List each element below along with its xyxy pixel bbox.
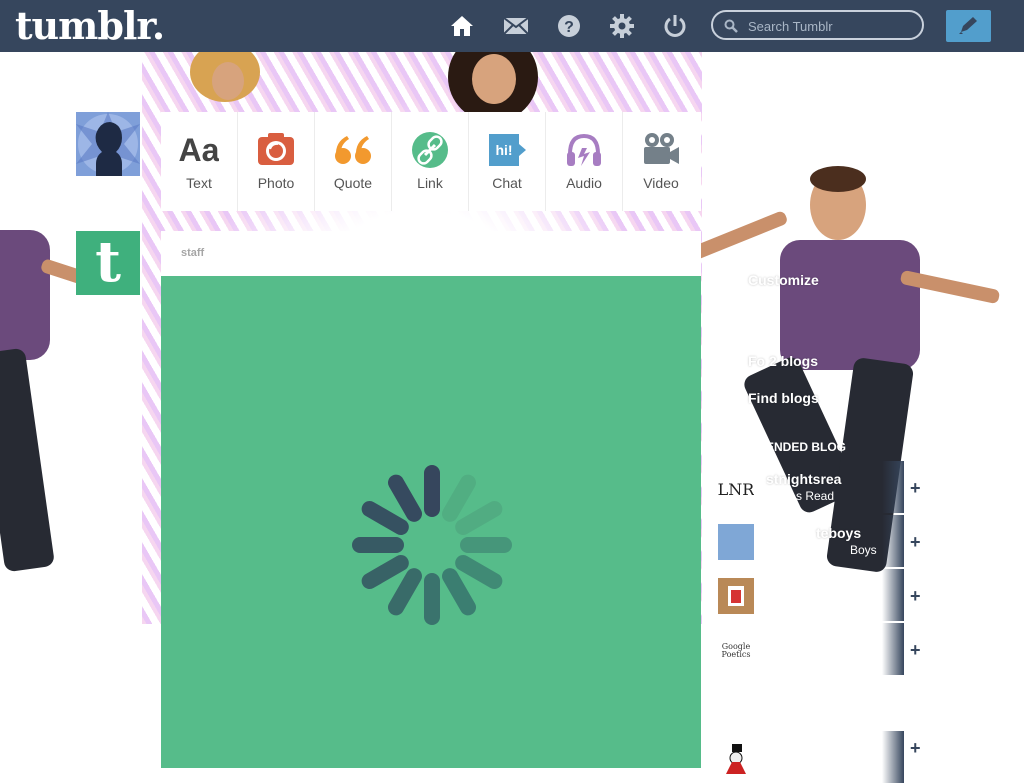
recommended-blog-row[interactable]: +: [718, 569, 921, 621]
default-avatar-silhouette-icon: [76, 112, 140, 176]
link-icon: [412, 132, 448, 168]
post-type-chat-button[interactable]: hi! Chat: [469, 112, 546, 211]
power-icon[interactable]: [662, 13, 688, 39]
post-type-composer: Aa Text Photo Quote Link hi! Chat Audio …: [161, 112, 701, 211]
svg-text:LNR: LNR: [718, 480, 754, 499]
post-type-link-button[interactable]: Link: [392, 112, 469, 211]
right-sidebar: Customize Fo 2 blogs Find blogs MENDED B…: [702, 211, 922, 783]
recommended-blog-avatar[interactable]: Google Poetics: [718, 632, 754, 668]
post-type-label: Photo: [257, 175, 295, 191]
follow-button[interactable]: [882, 731, 904, 783]
mail-icon[interactable]: [503, 13, 529, 39]
post-type-photo-button[interactable]: Photo: [238, 112, 315, 211]
plus-icon[interactable]: +: [910, 479, 924, 497]
user-avatar[interactable]: [76, 112, 140, 176]
follow-button[interactable]: [882, 569, 904, 621]
background-figure-girl-left: [170, 42, 280, 112]
find-blogs-link[interactable]: Find blogs: [748, 390, 819, 406]
pencil-icon: [959, 17, 977, 34]
recommended-blog-row[interactable]: Google Poetics +: [718, 623, 921, 675]
home-icon[interactable]: [449, 13, 475, 39]
svg-text:?: ?: [564, 19, 574, 36]
quote-icon: [335, 136, 371, 164]
plus-icon[interactable]: +: [910, 739, 924, 757]
plus-icon[interactable]: +: [910, 641, 924, 659]
tumblr-logo[interactable]: tumblr.: [15, 3, 165, 48]
staff-t-logo: t: [95, 229, 121, 295]
background-figure-girl-center: [440, 32, 550, 122]
post-content-loading: [161, 276, 701, 768]
svg-text:Poetics: Poetics: [722, 650, 751, 659]
post-type-text-button[interactable]: Aa Text: [161, 112, 238, 211]
plus-icon[interactable]: +: [910, 587, 924, 605]
post-type-label: Quote: [333, 175, 373, 191]
post-type-label: Chat: [492, 175, 522, 191]
plus-icon[interactable]: +: [910, 533, 924, 551]
headphones-icon: [567, 133, 601, 166]
camera-icon: [258, 133, 294, 165]
help-icon[interactable]: ?: [556, 13, 582, 39]
following-link[interactable]: Fo 2 blogs: [748, 353, 818, 369]
recommended-blog-name[interactable]: teboys: [816, 525, 861, 541]
text-aa-icon: Aa: [179, 132, 219, 168]
staff-avatar[interactable]: t: [76, 229, 140, 295]
follow-button[interactable]: [882, 515, 904, 567]
recommended-blog-subtitle: Boys: [850, 543, 877, 557]
recommended-blog-name[interactable]: stnightsrea: [766, 471, 841, 487]
post-type-label: Video: [643, 175, 679, 191]
follow-button[interactable]: [882, 461, 904, 513]
recommended-blog-avatar[interactable]: LNR: [718, 470, 755, 506]
post-type-label: Link: [417, 175, 443, 191]
svg-text:Aa: Aa: [179, 132, 219, 168]
search-icon: [724, 19, 738, 33]
recommended-blog-subtitle: s Read: [796, 489, 835, 503]
customize-link[interactable]: Customize: [748, 272, 819, 288]
new-post-button[interactable]: [946, 10, 991, 42]
recommended-blog-row[interactable]: LNR stnightsrea s Read +: [718, 461, 921, 513]
video-camera-icon: [644, 133, 679, 164]
post-type-quote-button[interactable]: Quote: [315, 112, 392, 211]
recommended-blog-row[interactable]: +: [718, 731, 921, 783]
recommended-blog-row[interactable]: teboys Boys +: [718, 515, 921, 567]
post-author-name[interactable]: staff: [181, 247, 204, 259]
recommended-blog-avatar[interactable]: [718, 740, 754, 776]
post-type-label: Text: [186, 175, 212, 191]
post-type-video-button[interactable]: Video: [623, 112, 699, 211]
top-navigation-bar: tumblr. ?: [0, 0, 1024, 52]
follow-button[interactable]: [882, 623, 904, 675]
post-type-label: Audio: [566, 175, 602, 191]
search-input[interactable]: [746, 16, 920, 36]
post-header: staff: [161, 231, 701, 276]
loading-spinner-icon: [352, 465, 512, 625]
svg-text:hi!: hi!: [495, 142, 512, 158]
gear-icon[interactable]: [609, 13, 635, 39]
recommended-blog-avatar[interactable]: [718, 524, 754, 560]
chat-icon: hi!: [489, 134, 526, 166]
post-type-audio-button[interactable]: Audio: [546, 112, 623, 211]
search-box[interactable]: [711, 10, 924, 40]
recommended-blogs-heading: MENDED BLOG: [756, 440, 846, 454]
recommended-blog-avatar[interactable]: [718, 578, 754, 614]
